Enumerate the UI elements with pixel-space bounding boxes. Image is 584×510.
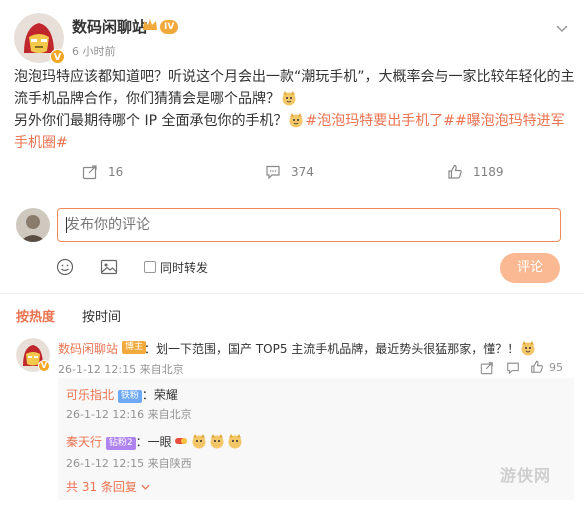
reply-text: ：一眼 <box>135 435 172 449</box>
my-avatar[interactable] <box>16 208 50 242</box>
more-replies-link[interactable]: 共 31 条回复 <box>66 478 150 495</box>
reply-comment-icon[interactable] <box>506 360 520 379</box>
reply-text: ：荣耀 <box>141 388 178 402</box>
tab-sort-time[interactable]: 按时间 <box>82 306 121 325</box>
topic-link[interactable]: #泡泡玛特要出手机了# <box>305 113 454 129</box>
level-badge: IV <box>160 20 179 34</box>
pill-emoji-icon <box>173 433 189 449</box>
doge-emoji-icon <box>191 433 207 449</box>
reply-author[interactable]: 可乐指北 <box>66 388 114 402</box>
tab-sort-hot[interactable]: 按热度 <box>16 306 55 325</box>
post-text-line2: 另外你们最期待哪个 IP 全面承包你的手机？ <box>14 113 288 129</box>
thumbs-up-icon <box>448 164 462 179</box>
comment-author[interactable]: 数码闲聊站 <box>58 340 118 357</box>
comment-button[interactable]: 374 <box>265 162 314 182</box>
reply-meta: 26-1-12 12:16 来自北京 <box>66 408 192 421</box>
repost-also-label[interactable]: 同时转发 <box>160 259 208 276</box>
thumbs-up-icon <box>531 360 543 373</box>
submit-comment-button[interactable]: 评论 <box>500 253 560 283</box>
comment-text-content: ：划一下范围，国产 TOP5 主流手机品牌，最近势头很猛那家，懂？！ <box>144 342 520 356</box>
post-author-name[interactable]: 数码闲聊站 <box>72 16 147 37</box>
comment-icon <box>266 165 280 180</box>
like-count: 1189 <box>473 165 504 179</box>
doge-emoji-icon <box>209 433 225 449</box>
comment-meta: 26-1-12 12:15 来自北京 <box>58 363 184 376</box>
repost-icon <box>82 165 97 180</box>
reply-meta: 26-1-12 12:15 来自陕西 <box>66 457 192 470</box>
emoji-picker-icon[interactable] <box>56 258 74 280</box>
post-text-2: 另外你们最期待哪个 IP 全面承包你的手机？ #泡泡玛特要出手机了##曝泡泡玛特进… <box>14 110 576 154</box>
text-cursor <box>66 217 67 233</box>
comment-text: ：划一下范围，国产 TOP5 主流手机品牌，最近势头很猛那家，懂？！ <box>144 340 537 357</box>
comment-like-count: 95 <box>549 360 563 374</box>
reply-item: 秦天行 钻粉2 ：一眼 <box>66 433 244 450</box>
fan-tag: 铁粉 <box>117 390 142 403</box>
divider <box>0 293 584 294</box>
repost-count: 16 <box>108 165 124 179</box>
comment-input[interactable] <box>57 208 561 242</box>
image-upload-icon[interactable] <box>100 258 118 280</box>
doge-emoji-icon <box>288 112 304 128</box>
post-text: 泡泡玛特应该都知道吧？听说这个月会出一款“潮玩手机”，大概率会与一家比较年轻化的… <box>14 66 576 110</box>
repost-button[interactable]: 16 <box>82 162 123 182</box>
doge-emoji-icon <box>281 90 297 106</box>
doge-emoji-icon <box>520 340 536 356</box>
crown-icon <box>142 17 158 36</box>
watermark-logo: 游侠网 <box>500 466 552 485</box>
chevron-down-icon[interactable] <box>556 18 568 37</box>
verified-badge-icon: V <box>50 49 65 64</box>
more-replies-label: 共 31 条回复 <box>66 480 137 494</box>
reply-item: 可乐指北 铁粉 ：荣耀 <box>66 386 178 403</box>
doge-emoji-icon <box>227 433 243 449</box>
comment-count: 374 <box>291 165 314 179</box>
author-tag: 博主 <box>122 341 147 354</box>
reply-author[interactable]: 秦天行 <box>66 435 102 449</box>
like-button[interactable]: 1189 <box>447 162 504 182</box>
post-time[interactable]: 6 小时前 <box>72 43 116 59</box>
fan-tag: 钻粉2 <box>105 437 136 450</box>
comment-like-button[interactable]: 95 <box>530 360 563 374</box>
verified-badge-icon: V <box>38 360 50 372</box>
repost-also-checkbox[interactable] <box>144 261 156 273</box>
chevron-down-icon <box>141 484 150 490</box>
reply-repost-icon[interactable] <box>480 360 494 379</box>
